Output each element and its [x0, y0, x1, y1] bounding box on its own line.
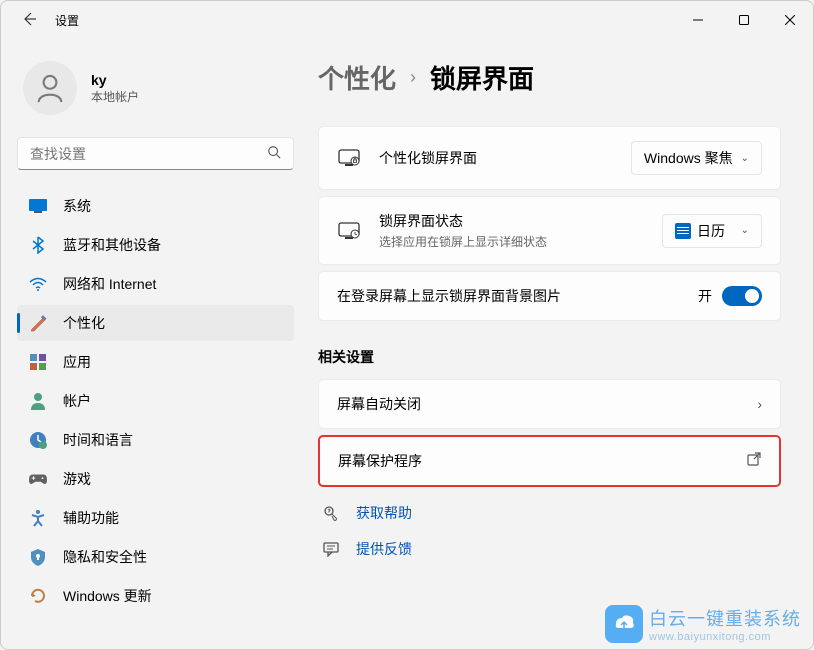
search-input[interactable] — [30, 146, 267, 162]
nav-label: 蓝牙和其他设备 — [63, 235, 161, 255]
user-section[interactable]: ky 本地帐户 — [17, 49, 294, 137]
toggle-state-label: 开 — [698, 286, 712, 306]
nav-personalization[interactable]: 个性化 — [17, 305, 294, 341]
help-icon — [322, 504, 340, 522]
nav-label: 隐私和安全性 — [63, 547, 147, 567]
search-box[interactable] — [17, 137, 294, 170]
nav-accessibility[interactable]: 辅助功能 — [17, 500, 294, 536]
nav-label: 时间和语言 — [63, 430, 133, 450]
card-title: 锁屏界面状态 — [379, 211, 662, 231]
apps-icon — [29, 353, 47, 371]
watermark: 白云一键重装系统 www.baiyunxitong.com — [605, 605, 801, 643]
user-subtitle: 本地帐户 — [91, 88, 139, 105]
dropdown-status-app[interactable]: 日历 ⌄ — [662, 214, 762, 248]
sidebar: ky 本地帐户 系统 蓝牙和其他设备 网络和 Internet 个性化 应用 帐… — [1, 39, 306, 649]
nav-gaming[interactable]: 游戏 — [17, 461, 294, 497]
accessibility-icon — [29, 509, 47, 527]
toggle-signin-background[interactable] — [722, 286, 762, 306]
nav-label: 系统 — [63, 196, 91, 216]
external-link-icon — [747, 452, 761, 471]
card-subtitle: 选择应用在锁屏上显示详细状态 — [379, 233, 662, 250]
link-feedback[interactable]: 提供反馈 — [356, 539, 412, 559]
titlebar: 设置 — [1, 1, 813, 39]
nav-system[interactable]: 系统 — [17, 188, 294, 224]
avatar — [23, 61, 77, 115]
back-button[interactable] — [21, 11, 37, 30]
nav-list: 系统 蓝牙和其他设备 网络和 Internet 个性化 应用 帐户 时间和语言 … — [17, 188, 294, 614]
chevron-right-icon: › — [757, 396, 762, 412]
gaming-icon — [29, 470, 47, 488]
card-title: 屏幕保护程序 — [338, 451, 747, 471]
update-icon — [29, 587, 47, 605]
network-icon — [29, 275, 47, 293]
nav-time[interactable]: 时间和语言 — [17, 422, 294, 458]
privacy-icon — [29, 548, 47, 566]
dropdown-value: Windows 聚焦 — [644, 148, 733, 168]
main-content: 个性化 › 锁屏界面 个性化锁屏界面 Windows 聚焦 ⌄ 锁屏界面状态 选… — [306, 39, 813, 649]
breadcrumb: 个性化 › 锁屏界面 — [318, 59, 781, 96]
nav-label: 网络和 Internet — [63, 274, 156, 294]
minimize-button[interactable] — [675, 1, 721, 39]
card-title: 个性化锁屏界面 — [379, 148, 631, 168]
personalization-icon — [29, 314, 47, 332]
monitor-clock-icon — [337, 219, 361, 243]
card-screen-timeout[interactable]: 屏幕自动关闭 › — [318, 379, 781, 429]
nav-label: 帐户 — [63, 391, 91, 411]
card-title: 在登录屏幕上显示锁屏界面背景图片 — [337, 286, 698, 306]
chevron-down-icon: ⌄ — [741, 153, 749, 164]
nav-accounts[interactable]: 帐户 — [17, 383, 294, 419]
breadcrumb-separator: › — [410, 67, 416, 88]
maximize-button[interactable] — [721, 1, 767, 39]
nav-privacy[interactable]: 隐私和安全性 — [17, 539, 294, 575]
window-title: 设置 — [55, 12, 79, 29]
watermark-title: 白云一键重装系统 — [649, 605, 801, 631]
nav-label: 辅助功能 — [63, 508, 119, 528]
accounts-icon — [29, 392, 47, 410]
chevron-down-icon: ⌄ — [741, 225, 749, 236]
nav-bluetooth[interactable]: 蓝牙和其他设备 — [17, 227, 294, 263]
nav-update[interactable]: Windows 更新 — [17, 578, 294, 614]
user-name: ky — [91, 72, 139, 88]
watermark-url: www.baiyunxitong.com — [649, 631, 801, 643]
feedback-icon — [322, 540, 340, 558]
watermark-icon — [605, 605, 643, 643]
nav-label: 个性化 — [63, 313, 105, 333]
card-title: 屏幕自动关闭 — [337, 394, 757, 414]
card-personalize-lockscreen[interactable]: 个性化锁屏界面 Windows 聚焦 ⌄ — [318, 126, 781, 190]
nav-label: 应用 — [63, 352, 91, 372]
card-screensaver[interactable]: 屏幕保护程序 — [318, 435, 781, 487]
card-lockscreen-status[interactable]: 锁屏界面状态 选择应用在锁屏上显示详细状态 日历 ⌄ — [318, 196, 781, 265]
calendar-icon — [675, 223, 691, 239]
link-get-help[interactable]: 获取帮助 — [356, 503, 412, 523]
nav-label: Windows 更新 — [63, 586, 152, 606]
time-icon — [29, 431, 47, 449]
breadcrumb-current: 锁屏界面 — [430, 59, 534, 96]
section-title-related: 相关设置 — [318, 347, 781, 367]
breadcrumb-parent[interactable]: 个性化 — [318, 59, 396, 96]
bluetooth-icon — [29, 236, 47, 254]
close-button[interactable] — [767, 1, 813, 39]
nav-label: 游戏 — [63, 469, 91, 489]
dropdown-value: 日历 — [697, 221, 725, 241]
search-icon — [267, 145, 281, 162]
system-icon — [29, 197, 47, 215]
help-feedback[interactable]: 提供反馈 — [318, 539, 781, 559]
help-get[interactable]: 获取帮助 — [318, 503, 781, 523]
nav-apps[interactable]: 应用 — [17, 344, 294, 380]
monitor-lock-icon — [337, 146, 361, 170]
nav-network[interactable]: 网络和 Internet — [17, 266, 294, 302]
dropdown-background-source[interactable]: Windows 聚焦 ⌄ — [631, 141, 762, 175]
card-signin-background: 在登录屏幕上显示锁屏界面背景图片 开 — [318, 271, 781, 321]
